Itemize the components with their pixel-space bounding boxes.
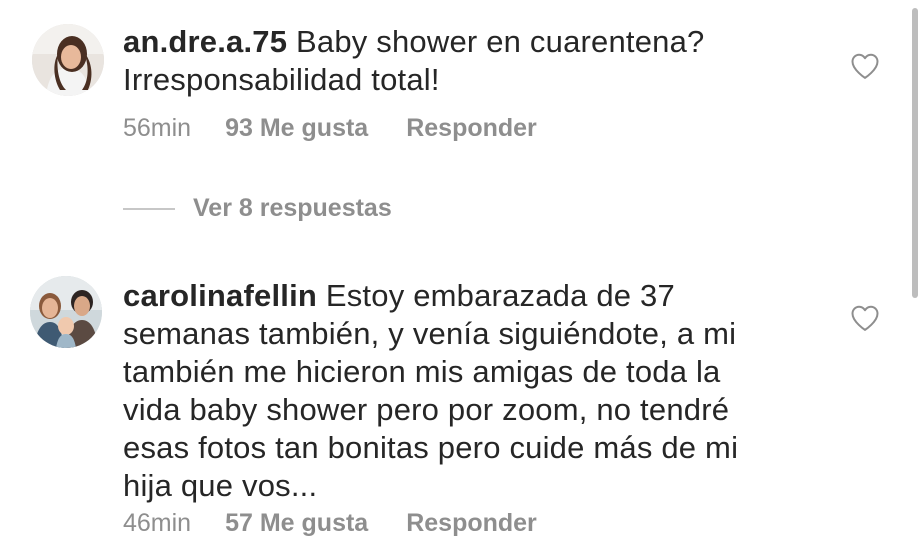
view-replies-label: Ver 8 respuestas xyxy=(193,194,392,222)
comment-item: carolinafellin Estoy embarazada de 37 se… xyxy=(0,270,921,556)
avatar-photo xyxy=(32,24,104,96)
comment-body-line: también me hicieron mis amigas de toda l… xyxy=(123,354,721,389)
comment-body-line: Estoy embarazada de 37 xyxy=(325,278,675,313)
comment-body-line: esas fotos tan bonitas pero cuide más de… xyxy=(123,430,739,465)
reply-button[interactable]: Responder xyxy=(406,113,537,143)
comment-timestamp: 56min xyxy=(123,114,192,142)
comment-body-line: Baby shower en cuarentena? xyxy=(296,24,705,59)
comment-body-line: vida baby shower pero por zoom, no tendr… xyxy=(123,392,730,427)
scrollbar[interactable] xyxy=(912,0,918,556)
comment-timestamp: 46min xyxy=(123,509,192,537)
divider-line xyxy=(123,207,175,210)
comment-username[interactable]: an.dre.a.75 xyxy=(123,24,287,59)
comment-item: an.dre.a.75 Baby shower en cuarentena? I… xyxy=(0,0,921,160)
avatar[interactable] xyxy=(30,276,102,348)
comment-body-line: semanas también, y venía siguiéndote, a … xyxy=(123,316,737,351)
comment-body-line: hija que vos... xyxy=(123,468,318,503)
comment-username[interactable]: carolinafellin xyxy=(123,278,317,313)
avatar-photo xyxy=(30,276,102,348)
comment-meta: 46min 57 Me gusta Responder xyxy=(123,508,537,538)
comment-body-line: Irresponsabilidad total! xyxy=(123,62,440,97)
heart-outline-icon[interactable] xyxy=(850,304,880,332)
scrollbar-thumb[interactable] xyxy=(912,8,918,298)
view-replies-button[interactable]: Ver 8 respuestas xyxy=(123,194,392,226)
comments-thread: an.dre.a.75 Baby shower en cuarentena? I… xyxy=(0,0,921,556)
heart-outline-icon[interactable] xyxy=(850,52,880,80)
likes-count[interactable]: 57 Me gusta xyxy=(225,508,368,538)
avatar[interactable] xyxy=(32,24,104,96)
likes-count[interactable]: 93 Me gusta xyxy=(225,113,368,143)
comment-text: an.dre.a.75 Baby shower en cuarentena? I… xyxy=(123,23,823,99)
comment-meta: 56min 93 Me gusta Responder xyxy=(123,113,537,143)
comment-text: carolinafellin Estoy embarazada de 37 se… xyxy=(123,277,843,505)
reply-button[interactable]: Responder xyxy=(406,508,537,538)
